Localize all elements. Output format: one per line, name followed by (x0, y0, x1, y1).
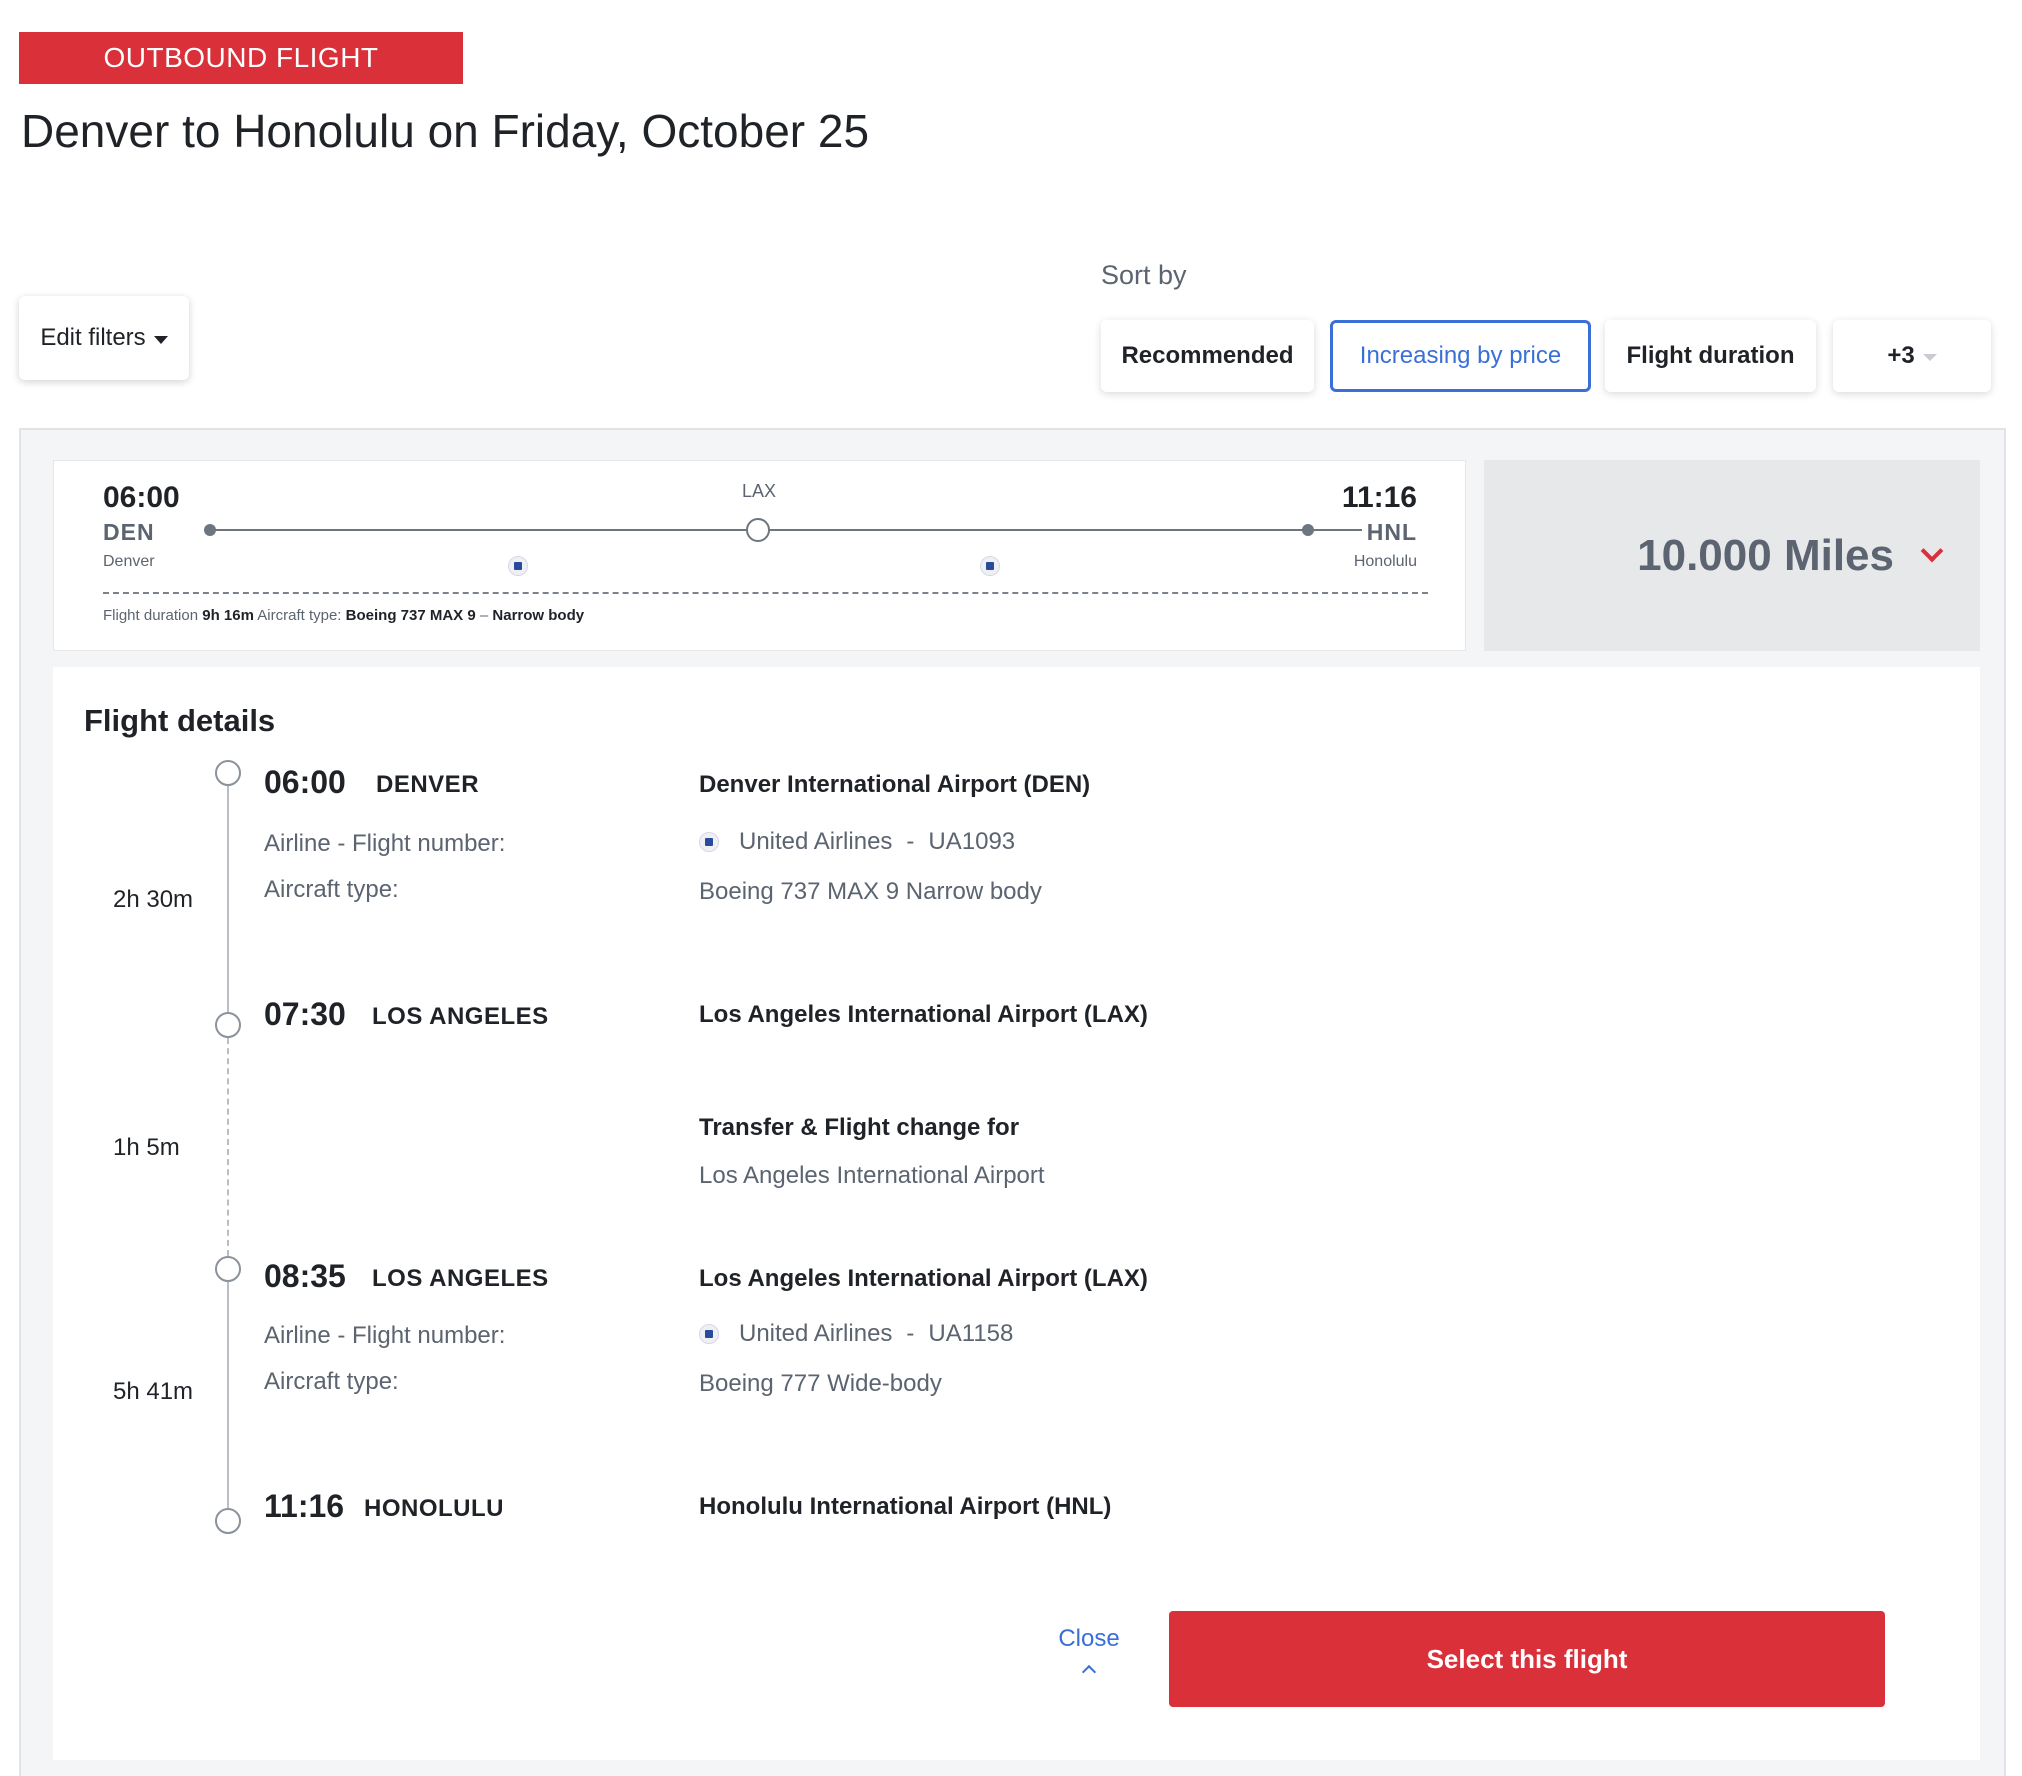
segment-arrival-time: 11:16 (264, 1488, 345, 1524)
airline-name: United Airlines (739, 1320, 893, 1347)
airline-flight-number-label: Airline - Flight number: (264, 1322, 506, 1349)
airline-logo-icon (699, 832, 719, 852)
timeline-transfer-line (227, 1038, 229, 1256)
separator: – (479, 607, 489, 624)
airline-name: United Airlines (739, 828, 893, 855)
chevron-up-icon (1081, 1664, 1097, 1680)
duration-label: Flight duration (103, 607, 199, 624)
arrival-time: 11:16 (1341, 481, 1417, 514)
airline-logo-icon (699, 1324, 719, 1344)
chevron-down-icon (1920, 539, 1944, 562)
flight-meta: Flight duration 9h 16m Aircraft type: Bo… (103, 607, 584, 624)
sort-more-options-button[interactable]: +3 (1833, 320, 1991, 392)
sort-flight-duration-button[interactable]: Flight duration (1605, 320, 1816, 392)
segment-departure-time: 06:00 (264, 764, 346, 800)
aircraft-label: Aircraft type: (257, 607, 342, 624)
flight-number: UA1158 (928, 1320, 1014, 1347)
sort-option-label: Flight duration (1626, 342, 1795, 369)
transfer-title: Transfer & Flight change for (699, 1114, 1020, 1141)
divider (103, 592, 1428, 594)
airline-flight-number: United Airlines - UA1093 (699, 828, 1015, 856)
timeline-node (215, 1508, 241, 1534)
stopover-dot (746, 518, 770, 542)
flight-number: UA1093 (928, 828, 1016, 855)
edit-filters-label: Edit filters (40, 324, 146, 351)
segment-duration: 5h 41m (113, 1378, 194, 1405)
aircraft-value: Boeing 737 MAX 9 (345, 607, 476, 624)
sort-increasing-by-price-button[interactable]: Increasing by price (1330, 320, 1591, 392)
page-title: Denver to Honolulu on Friday, October 25 (21, 105, 870, 157)
segment-arrival-city: LOS ANGELES (372, 1003, 549, 1030)
departure-code: DEN (103, 519, 155, 545)
segment-arrival-time: 07:30 (264, 996, 346, 1032)
segment-arrival-city: HONOLULU (364, 1495, 504, 1522)
body-value: Narrow body (492, 607, 585, 624)
sort-option-label: +3 (1887, 342, 1915, 369)
outbound-flight-badge: OUTBOUND FLIGHT (19, 32, 463, 84)
segment-arrival-airport: Los Angeles International Airport (LAX) (699, 1001, 1148, 1028)
flight-summary-card[interactable]: 06:00 DEN Denver LAX 11:16 HNL Honolulu … (53, 460, 1466, 651)
close-button[interactable]: Close (1054, 1625, 1124, 1680)
sort-recommended-button[interactable]: Recommended (1101, 320, 1314, 392)
timeline-node (215, 1012, 241, 1038)
aircraft-type-value: Boeing 777 Wide-body (699, 1370, 942, 1397)
stopover-code: LAX (742, 481, 777, 501)
segment-departure-airport: Denver International Airport (DEN) (699, 771, 1091, 798)
edit-filters-button[interactable]: Edit filters (19, 296, 189, 380)
airline-logo-icon (508, 556, 528, 576)
aircraft-type-value: Boeing 737 MAX 9 Narrow body (699, 878, 1042, 905)
flight-details-panel: Flight details 2h 30m 1h 5m 5h 41m 06:00… (53, 667, 1980, 1760)
segment-duration: 2h 30m (113, 886, 194, 913)
select-flight-label: Select this flight (1426, 1643, 1628, 1674)
chevron-down-icon (1922, 354, 1937, 361)
timeline-node (215, 1256, 241, 1282)
duration-value: 9h 16m (202, 607, 254, 624)
destination-dot (1302, 524, 1314, 536)
route-line (210, 529, 1362, 531)
price-miles: 10.000 Miles (1637, 530, 1894, 580)
arrival-city: Honolulu (1353, 553, 1417, 570)
select-flight-button[interactable]: Select this flight (1169, 1611, 1885, 1707)
price-toggle[interactable]: 10.000 Miles (1484, 460, 1980, 651)
sort-option-label: Increasing by price (1359, 342, 1562, 369)
sort-option-label: Recommended (1121, 342, 1294, 369)
timeline-line (227, 786, 229, 1012)
arrival-code: HNL (1366, 519, 1417, 545)
airline-flight-number: United Airlines - UA1158 (699, 1320, 1013, 1348)
transfer-airport: Los Angeles International Airport (699, 1162, 1045, 1189)
segment-arrival-airport: Honolulu International Airport (HNL) (699, 1493, 1112, 1520)
separator: - (906, 1320, 915, 1347)
separator: - (906, 828, 915, 855)
segment-departure-airport: Los Angeles International Airport (LAX) (699, 1265, 1148, 1292)
sort-by-label: Sort by (1101, 260, 1187, 290)
segment-departure-city: DENVER (376, 771, 480, 798)
aircraft-type-label: Aircraft type: (264, 876, 399, 903)
segment-departure-city: LOS ANGELES (372, 1265, 549, 1292)
airline-logo-icon (980, 556, 1000, 576)
close-label: Close (1058, 1625, 1120, 1652)
flight-details-title: Flight details (84, 703, 276, 738)
departure-time: 06:00 (103, 481, 180, 514)
aircraft-type-label: Aircraft type: (264, 1368, 399, 1395)
airline-flight-number-label: Airline - Flight number: (264, 830, 506, 857)
transfer-duration: 1h 5m (113, 1134, 180, 1161)
segment-departure-time: 08:35 (264, 1258, 346, 1294)
departure-city: Denver (103, 553, 155, 570)
timeline-node (215, 760, 241, 786)
timeline-line (227, 1282, 229, 1508)
caret-down-icon (153, 336, 168, 344)
